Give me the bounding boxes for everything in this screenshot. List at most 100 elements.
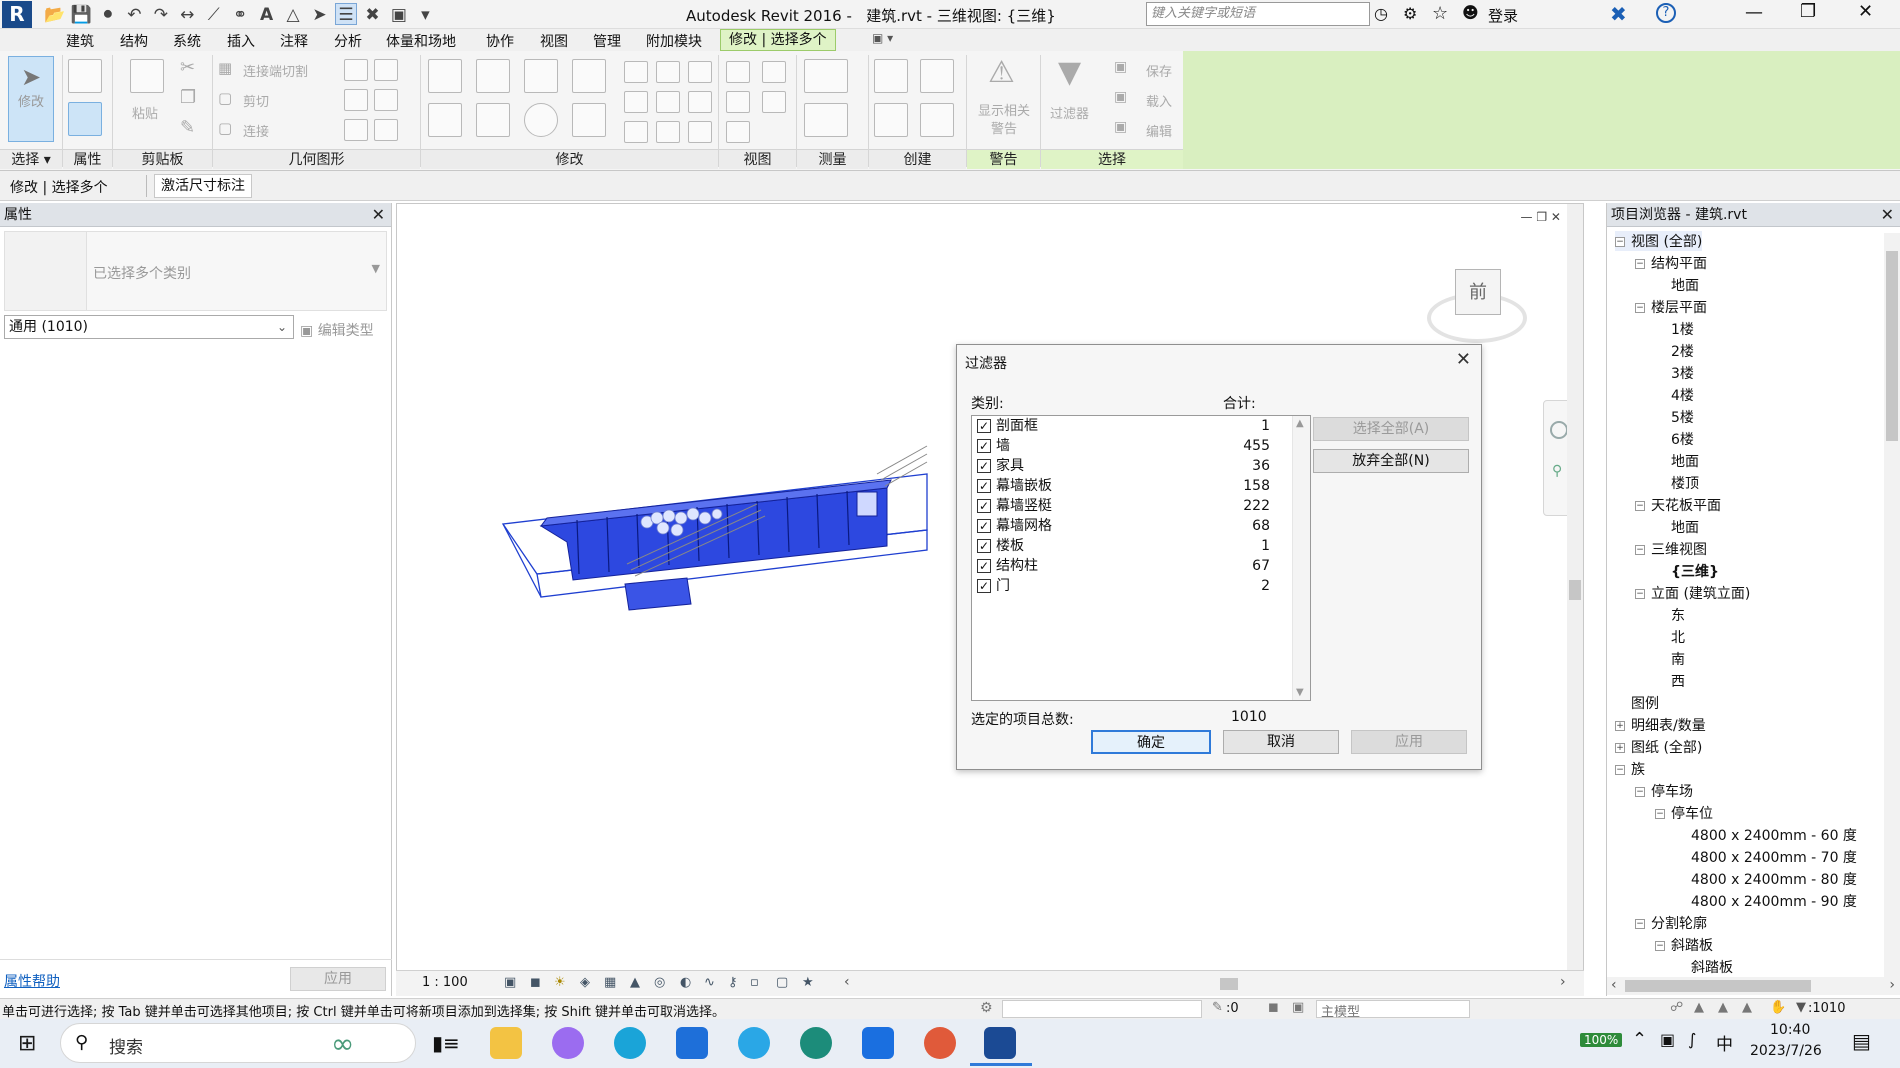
- browser-tree-item[interactable]: − 停车位: [1655, 803, 1713, 823]
- undo-icon[interactable]: ↶: [123, 4, 145, 26]
- browser-tree-item[interactable]: 4800 x 2400mm - 70 度: [1675, 847, 1857, 867]
- modify-tool-button[interactable]: ➤ 修改: [8, 56, 54, 142]
- revit-taskbar-icon[interactable]: [984, 1027, 1016, 1059]
- sync-icon[interactable]: ⚫: [97, 4, 119, 26]
- minimize-icon[interactable]: —: [1745, 2, 1763, 23]
- category-row[interactable]: ✓ 楼板 1: [974, 536, 1270, 556]
- revit-logo[interactable]: R: [2, 1, 32, 28]
- paint-icon[interactable]: [344, 119, 368, 141]
- crop-view-icon[interactable]: ▦: [604, 975, 616, 990]
- browser-tree-item[interactable]: − 分割轮廓: [1635, 913, 1707, 933]
- create-assembly-icon[interactable]: [874, 59, 908, 93]
- detail-level-icon[interactable]: ▣: [504, 975, 516, 990]
- browser-tree-item[interactable]: 4800 x 2400mm - 80 度: [1675, 869, 1857, 889]
- close-hidden-icon[interactable]: ✖: [361, 4, 383, 26]
- reveal-hidden-icon[interactable]: ◐: [680, 975, 691, 990]
- browser-tree-item[interactable]: − 结构平面: [1635, 253, 1707, 273]
- ribbon-minimize-icon[interactable]: ▣ ▾: [872, 31, 893, 45]
- category-checkbox[interactable]: ✓: [977, 479, 991, 493]
- category-row[interactable]: ✓ 墙 455: [974, 436, 1270, 456]
- customize-qa-icon[interactable]: ▾: [414, 4, 436, 26]
- measure-tool-icon[interactable]: [804, 59, 848, 93]
- thin-lines-icon[interactable]: ☰: [334, 3, 357, 25]
- tree-expander-icon[interactable]: −: [1635, 589, 1645, 599]
- render-icon[interactable]: ★: [802, 975, 814, 990]
- browser-hscroll-thumb[interactable]: [1625, 980, 1811, 992]
- tree-expander-icon[interactable]: −: [1635, 501, 1645, 511]
- taskbar-search[interactable]: ⚲ 搜索 ∞: [60, 1023, 416, 1063]
- create-parts-icon[interactable]: [920, 59, 954, 93]
- browser-tree-item[interactable]: 图例: [1615, 693, 1659, 713]
- workset-dropdown[interactable]: [1002, 1000, 1202, 1018]
- select-pinned-icon[interactable]: ▲: [1718, 1000, 1728, 1015]
- dingtalk-icon[interactable]: [862, 1027, 894, 1059]
- override-graphics-icon[interactable]: [726, 61, 750, 83]
- gear-app-icon[interactable]: [924, 1027, 956, 1059]
- type-properties-icon[interactable]: [68, 59, 102, 93]
- save-icon[interactable]: 💾: [70, 4, 92, 26]
- tab-view[interactable]: 视图: [540, 31, 568, 51]
- design-options-2-icon[interactable]: ▣: [1292, 1000, 1304, 1015]
- category-checkbox[interactable]: ✓: [977, 519, 991, 533]
- type-selector[interactable]: 已选择多个类别 ▼: [4, 231, 387, 311]
- highlight-icon[interactable]: ▫: [750, 975, 759, 990]
- browser-scroll-thumb[interactable]: [1886, 251, 1898, 441]
- help-icon[interactable]: ?: [1656, 3, 1676, 23]
- tree-expander-icon[interactable]: −: [1635, 259, 1645, 269]
- demolish-icon[interactable]: [374, 59, 398, 81]
- tab-massing-site[interactable]: 体量和场地: [386, 31, 456, 51]
- browser-tree-item[interactable]: 2楼: [1655, 341, 1694, 361]
- browser-vertical-scrollbar[interactable]: [1884, 233, 1900, 977]
- instance-filter-dropdown[interactable]: 通用 (1010) ⌄: [4, 315, 294, 339]
- measure-icon[interactable]: ↔: [176, 4, 198, 26]
- apply-button[interactable]: 应用: [1351, 730, 1467, 754]
- tray-chevron-icon[interactable]: ⌃: [1632, 1029, 1647, 1050]
- h-scroll-right-icon[interactable]: ›: [1560, 974, 1566, 990]
- filter-icon[interactable]: ▼: [1058, 55, 1081, 90]
- join-geometry-icon[interactable]: ▢: [218, 119, 232, 137]
- login-button[interactable]: 登录: [1488, 5, 1518, 26]
- align-icon[interactable]: [428, 59, 462, 93]
- browser-tree-item[interactable]: − 斜踏板: [1655, 935, 1713, 955]
- file-explorer-icon[interactable]: [490, 1027, 522, 1059]
- mirror-draw-icon[interactable]: [572, 59, 606, 93]
- join-cut-label[interactable]: 连接端切割: [243, 61, 308, 80]
- browser-tree-item[interactable]: 6楼: [1655, 429, 1694, 449]
- building-3d-model[interactable]: [497, 434, 937, 664]
- browser-tree-item[interactable]: 1楼: [1655, 319, 1694, 339]
- array-icon[interactable]: [624, 91, 648, 113]
- mirror-axis-icon[interactable]: [524, 59, 558, 93]
- pick-icon[interactable]: [374, 119, 398, 141]
- category-checkbox[interactable]: ✓: [977, 539, 991, 553]
- editable-only-icon[interactable]: ✎: [1212, 1000, 1223, 1015]
- view-option-2-icon[interactable]: [762, 91, 786, 113]
- vertical-scroll-thumb[interactable]: [1569, 580, 1581, 600]
- category-list-scrollbar[interactable]: ▲ ▼: [1292, 416, 1310, 700]
- select-underlay-icon[interactable]: ▲: [1694, 1000, 1704, 1015]
- category-checkbox[interactable]: ✓: [977, 499, 991, 513]
- task-view-icon[interactable]: ▮≡: [432, 1031, 460, 1055]
- filter-label[interactable]: 过滤器: [1050, 103, 1089, 122]
- search-box[interactable]: 键入关键字或短语: [1146, 2, 1370, 26]
- category-row[interactable]: ✓ 结构柱 67: [974, 556, 1270, 576]
- category-checkbox[interactable]: ✓: [977, 439, 991, 453]
- worksharing-icon[interactable]: ∿: [704, 975, 715, 990]
- infocenter-icon[interactable]: ◷: [1374, 4, 1388, 23]
- browser-tree-item[interactable]: 5楼: [1655, 407, 1694, 427]
- tree-expander-icon[interactable]: −: [1635, 303, 1645, 313]
- browser-tree-item[interactable]: − 视图 (全部): [1615, 231, 1703, 251]
- hide-element-icon[interactable]: [726, 121, 750, 143]
- load-selection-label[interactable]: 载入: [1146, 91, 1172, 110]
- save-selection-label[interactable]: 保存: [1146, 61, 1172, 80]
- category-checkbox[interactable]: ✓: [977, 579, 991, 593]
- wifi-icon[interactable]: ∫: [1688, 1030, 1696, 1049]
- ie-icon[interactable]: [738, 1027, 770, 1059]
- properties-apply-button[interactable]: 应用: [290, 967, 386, 991]
- tab-annotate[interactable]: 注释: [280, 31, 308, 51]
- status-filter-icon[interactable]: ▼: [1796, 1000, 1806, 1015]
- browser-tree-item[interactable]: 斜踏板: [1675, 957, 1733, 977]
- trim-single-icon[interactable]: [688, 61, 712, 83]
- pin-icon[interactable]: [656, 61, 680, 83]
- browser-tree-item[interactable]: 地面: [1655, 517, 1699, 537]
- constraints-icon[interactable]: ▢: [776, 975, 788, 990]
